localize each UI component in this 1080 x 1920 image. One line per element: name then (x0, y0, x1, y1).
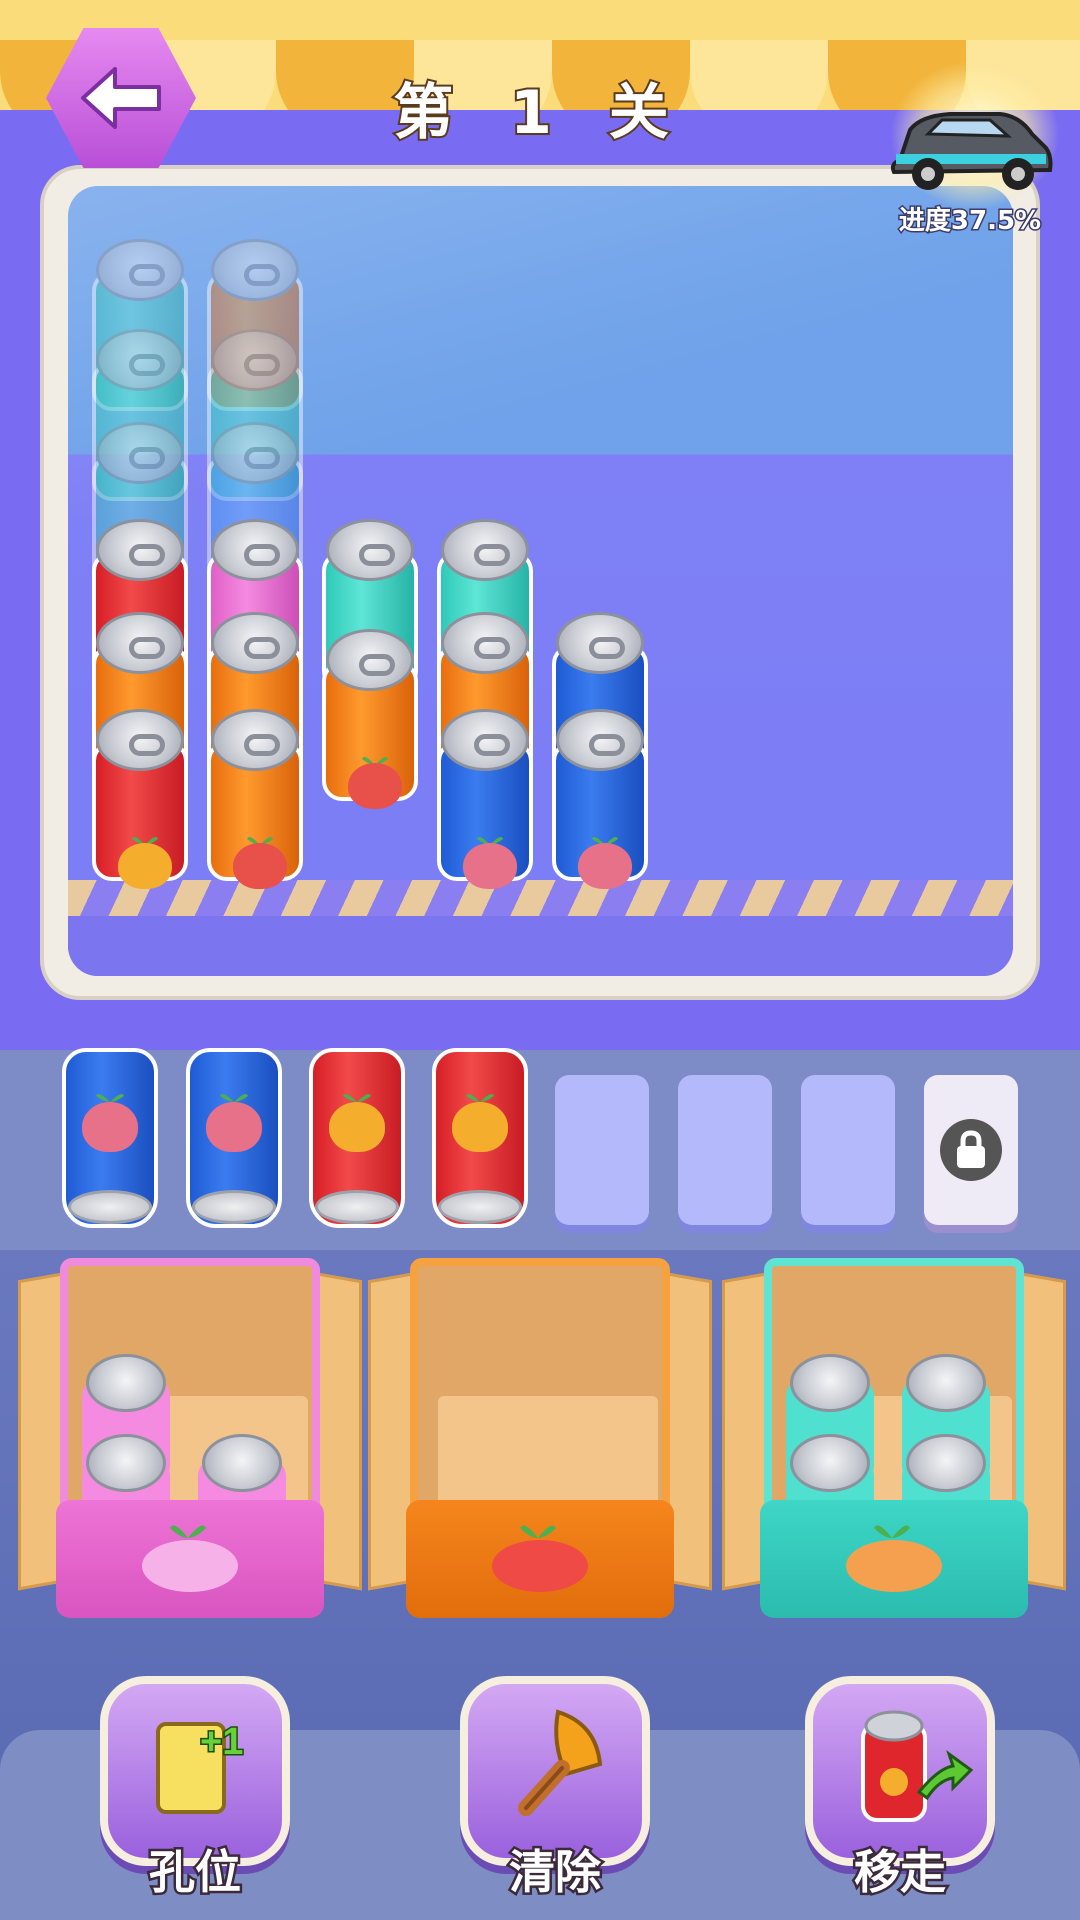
lock-icon (940, 1119, 1002, 1181)
can-red[interactable] (92, 705, 188, 889)
move-can-icon (861, 1710, 973, 1822)
add-slot-label: 孔位 (147, 1843, 244, 1902)
move-button[interactable]: 移走 (805, 1676, 995, 1902)
slot-tray (0, 1050, 1080, 1250)
level-title: 第 1 关 (391, 76, 687, 150)
broom-icon (518, 1709, 603, 1816)
slot-can-blue[interactable] (186, 1048, 282, 1228)
locked-slot[interactable] (924, 1075, 1018, 1225)
can-blue[interactable] (552, 705, 648, 889)
can-orange[interactable] (207, 705, 303, 889)
svg-text:+1: +1 (200, 1721, 243, 1763)
empty-slot[interactable] (678, 1075, 772, 1225)
box-orange[interactable] (368, 1258, 712, 1618)
empty-slot[interactable] (555, 1075, 649, 1225)
slot-can-red[interactable] (432, 1048, 528, 1228)
can-blue[interactable] (437, 705, 533, 889)
progress-text: 进度37.5% (897, 205, 1042, 238)
empty-slot[interactable] (801, 1075, 895, 1225)
car-icon (890, 112, 1053, 190)
move-label: 移走 (852, 1843, 949, 1902)
box-pink[interactable] (18, 1258, 362, 1618)
shelf-stripe (68, 880, 1013, 916)
reward-progress[interactable]: 进度37.5% (870, 60, 1070, 240)
box-teal[interactable] (722, 1258, 1066, 1618)
clear-label: 清除 (507, 1843, 604, 1902)
add-slot-icon: +1 (156, 1720, 245, 1814)
add-slot-button[interactable]: +1 孔位 (100, 1676, 290, 1902)
can-orange[interactable] (322, 625, 418, 809)
back-arrow-icon (81, 67, 161, 129)
slot-can-red[interactable] (309, 1048, 405, 1228)
clear-button[interactable]: 清除 (460, 1676, 650, 1902)
slot-can-blue[interactable] (62, 1048, 158, 1228)
